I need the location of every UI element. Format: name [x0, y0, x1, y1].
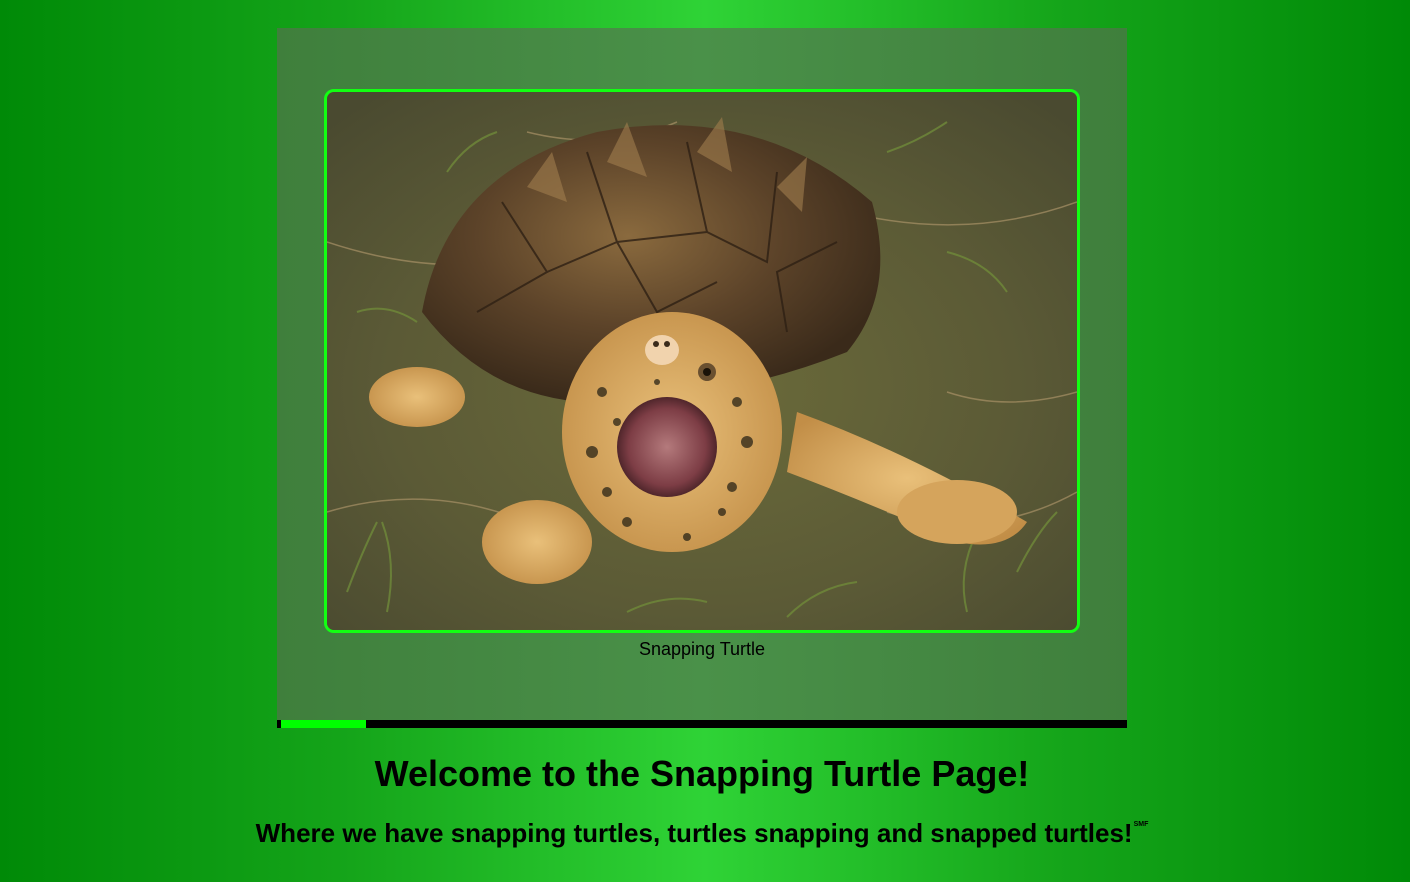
- slideshow-panel: Snapping Turtle: [277, 28, 1127, 720]
- turtle-photo[interactable]: [324, 89, 1080, 633]
- slideshow-progress-fill: [281, 720, 366, 728]
- page-title: Welcome to the Snapping Turtle Page!: [374, 753, 1030, 794]
- turtle-image: [327, 92, 1077, 630]
- page-tagline: Where we have snapping turtles, turtles …: [0, 818, 1404, 849]
- image-caption: Snapping Turtle: [638, 639, 766, 659]
- tagline-text: Where we have snapping turtles, turtles …: [255, 818, 1133, 848]
- service-mark: SMF: [1133, 821, 1149, 828]
- slideshow-progress-bar: [277, 720, 1127, 728]
